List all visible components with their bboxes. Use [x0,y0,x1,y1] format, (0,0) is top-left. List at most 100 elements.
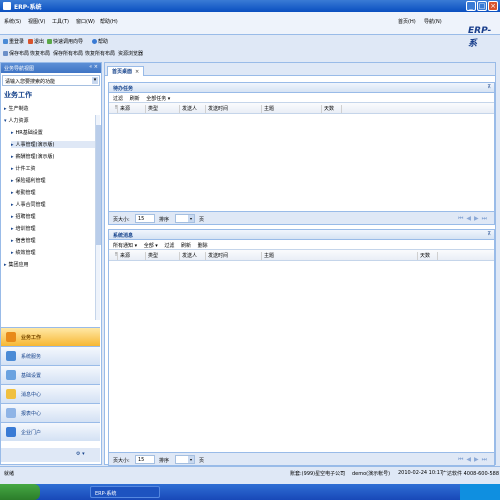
message-grid-body [109,261,494,441]
close-button[interactable]: × [488,1,498,11]
minimize-button[interactable]: _ [466,1,476,11]
pager-nav-icons[interactable]: ⏮◀▶⏭ [458,456,490,464]
col-source[interactable]: 来源 [117,105,130,113]
col-subject[interactable]: 主题 [261,252,274,260]
accordion-system-service[interactable]: 系统服务 [1,346,100,365]
expand-icon[interactable]: ▸ [11,214,14,220]
tree-node-recruit[interactable]: ▸ 招聘管理 [11,213,36,220]
collapse-panel-icon[interactable]: ⊼ [487,84,491,90]
expand-icon[interactable]: ▸ [11,154,14,160]
tree-node-personnel[interactable]: ▸ 人事管理(演示版) [11,141,101,148]
tree-node-training[interactable]: ▸ 培训管理 [11,225,36,232]
collapse-panel-icon[interactable]: ⊼ [487,231,491,237]
expand-icon[interactable]: ▸ [11,226,14,232]
wizard-icon [47,39,52,44]
save-all-layout-button[interactable]: 保存所有布局 [53,50,83,57]
maximize-button[interactable]: □ [477,1,487,11]
expand-icon[interactable]: ▸ [11,250,14,256]
sort-select[interactable]: ▾ [175,214,195,223]
scrollbar-thumb[interactable] [96,125,101,245]
page-size-input[interactable]: 15 [135,214,155,223]
chevron-down-icon[interactable]: ▾ [92,77,98,84]
save-layout-button[interactable]: 保存布局 [3,50,29,57]
menu-system[interactable]: 系统(S) [4,18,21,25]
restore-all-layout-button[interactable]: 恢复所有布局 [85,50,115,57]
all-dropdown[interactable]: 全部 ▾ [144,243,158,249]
col-days[interactable]: 天数 [417,252,430,260]
expand-icon[interactable]: ▸ [11,166,14,172]
accordion-basic-settings[interactable]: 基础设置 [1,365,100,384]
col-send-time[interactable]: 发送时间 [205,105,228,113]
collapse-icon[interactable]: ▾ [4,118,7,124]
col-subject[interactable]: 主题 [261,105,274,113]
chevron-down-icon[interactable]: ▾ [188,215,194,222]
tree-node-piecework[interactable]: ▸ 计件工资 [11,165,36,172]
todo-toolbar: 过滤 刷新 全部任务 ▾ [109,93,494,103]
tree-node-hr[interactable]: ▾ 人力资源 [4,117,29,124]
page-label: 页 [199,458,205,464]
col-days[interactable]: 天数 [321,105,334,113]
tree-node-dorm[interactable]: ▸ 宿舍管理 [11,237,36,244]
nav-link[interactable]: 导航(N) [424,18,442,25]
close-tab-icon[interactable]: × [135,69,139,75]
tree-node-attendance[interactable]: ▸ 考勤管理 [11,189,36,196]
filter-button[interactable]: 过滤 [113,96,123,102]
menu-view[interactable]: 视图(V) [28,18,45,25]
page-size-input[interactable]: 15 [135,455,155,464]
quick-wizard-button[interactable]: 快速调用向导 [47,38,83,45]
accordion-business[interactable]: 业务工作 [1,327,100,346]
col-send-time[interactable]: 发送时间 [205,252,228,260]
col-sender[interactable]: 发送人 [179,105,197,113]
accordion-message-center[interactable]: 消息中心 [1,384,100,403]
tab-home-desktop[interactable]: 首页桌面 × [107,66,145,76]
pager-nav-icons[interactable]: ⏮◀▶⏭ [458,215,490,223]
tree-node-performance[interactable]: ▸ 绩效管理 [11,249,36,256]
sort-select[interactable]: ▾ [175,455,195,464]
expand-icon[interactable]: ▸ [11,130,14,136]
sidebar-collapse-icon[interactable]: « × [89,64,98,70]
sidebar-search-input[interactable]: 请输入您要搜索的功能 ▾ [2,75,100,86]
help-button[interactable]: 帮助 [92,38,108,45]
expand-icon[interactable]: ▸ [11,238,14,244]
service-icon [6,351,16,361]
restore-layout-button[interactable]: 恢复布局 [30,50,50,57]
chevron-down-icon[interactable]: ▾ [188,456,194,463]
col-sender[interactable]: 发送人 [179,252,197,260]
tree-node-hr-basic[interactable]: ▸ HR基础设置 [11,129,43,136]
accordion-enterprise-portal[interactable]: 企业门户 [1,422,100,441]
expand-icon[interactable]: ▸ [11,190,14,196]
tree-node-salary[interactable]: ▸ 薪酬管理(演示版) [11,153,54,160]
page-size-label: 页大小: [113,458,130,464]
expand-icon[interactable]: ▸ [11,178,14,184]
tree-node-insurance[interactable]: ▸ 保险福利管理 [11,177,46,184]
all-notices-dropdown[interactable]: 所有通知 ▾ [113,243,137,249]
col-source[interactable]: 来源 [117,252,130,260]
col-type[interactable]: 类型 [145,105,158,113]
home-link[interactable]: 首页(H) [398,18,416,25]
start-button[interactable] [0,484,40,500]
delete-button[interactable]: 删除 [198,243,208,249]
expand-icon[interactable]: ▸ [11,202,14,208]
menu-window[interactable]: 窗口(W) [76,18,95,25]
refresh-button[interactable]: 刷新 [130,96,140,102]
tree-node-production[interactable]: ▸ 生产制造 [4,105,29,112]
taskbar-app-button[interactable]: ERP-系统 [90,486,160,498]
filter-button[interactable]: 过滤 [164,243,174,249]
settings-icon [6,370,16,380]
accordion-report-center[interactable]: 报表中心 [1,403,100,422]
refresh-button[interactable]: 刷新 [181,243,191,249]
tree-node-contract[interactable]: ▸ 人事合同管理 [11,201,46,208]
expand-icon[interactable]: ▸ [4,106,7,112]
relogin-button[interactable]: 重登录 [3,38,24,45]
configure-icon[interactable]: ⚙ ▾ [76,451,85,457]
col-type[interactable]: 类型 [145,252,158,260]
expand-icon[interactable]: ▸ [4,262,7,268]
exit-button[interactable]: 退出 [28,38,44,45]
sidebar-scrollbar[interactable] [95,115,101,320]
all-tasks-dropdown[interactable]: 全部任务 ▾ [146,96,170,102]
resource-browser-button[interactable]: 资源浏览器 [118,50,143,57]
menu-help[interactable]: 帮助(H) [100,18,118,25]
expand-icon[interactable]: ▸ [11,142,14,148]
tree-node-group[interactable]: ▸ 集团应用 [4,261,29,268]
menu-tools[interactable]: 工具(T) [52,18,69,25]
